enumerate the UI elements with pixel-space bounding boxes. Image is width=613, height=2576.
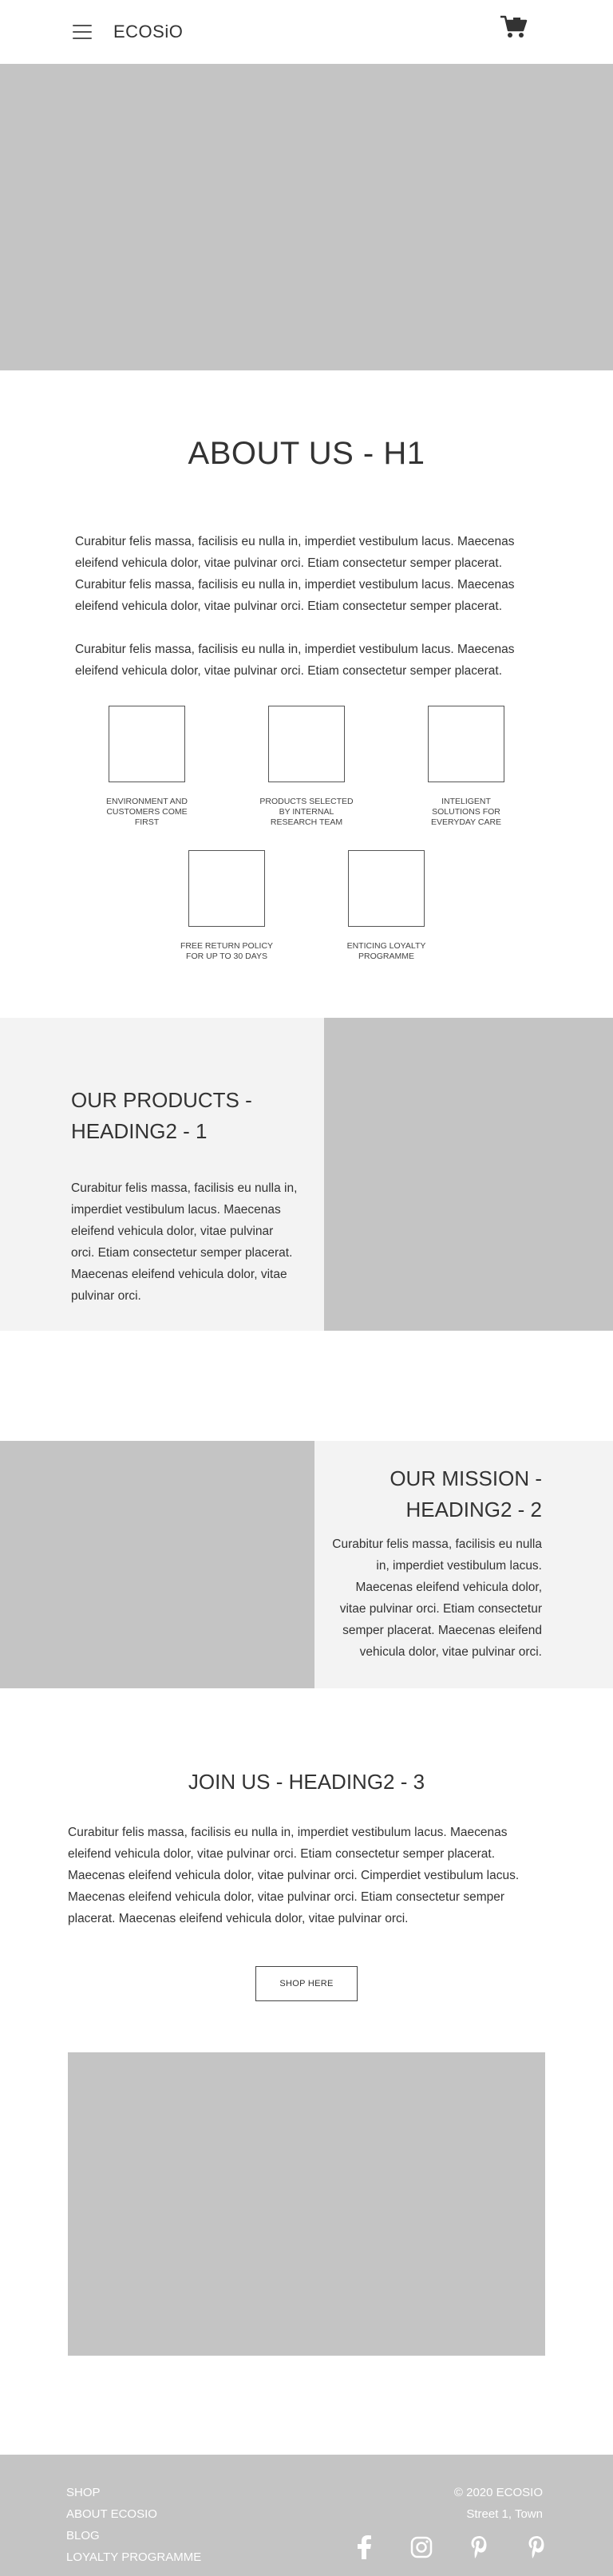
feature-item: ENVIRONMENT AND CUSTOMERS COME FIRST (99, 706, 195, 828)
feature-label: PRODUCTS SELECTED BY INTERNAL RESEARCH T… (259, 797, 354, 827)
pinterest-icon[interactable] (524, 2534, 549, 2560)
feature-item: FREE RETURN POLICY FOR UP TO 30 DAYS (179, 850, 275, 962)
footer-link-blog[interactable]: BLOG (66, 2525, 201, 2546)
join-body: Curabitur felis massa, facilisis eu null… (68, 1826, 520, 1925)
feature-image (428, 706, 504, 782)
site-logo[interactable]: ECOSiO (113, 22, 183, 42)
join-heading: JOIN US - HEADING2 - 3 (188, 1770, 425, 1794)
feature-image (348, 850, 425, 927)
footer-link-loyalty[interactable]: LOYALTY PROGRAMME (66, 2546, 201, 2568)
feature-image (109, 706, 185, 782)
feature-label: FREE RETURN POLICY FOR UP TO 30 DAYS (180, 941, 274, 961)
feature-image (188, 850, 265, 927)
footer-link-shop[interactable]: SHOP (66, 2482, 201, 2503)
mission-heading: OUR MISSION - HEADING2 - 2 (390, 1466, 542, 1521)
about-title: ABOUT US - H1 (188, 436, 425, 471)
social-links (351, 2534, 549, 2560)
products-section: OUR PRODUCTS - HEADING2 - 1 Curabitur fe… (0, 1018, 613, 1331)
mission-image (0, 1441, 314, 1688)
mission-section: OUR MISSION - HEADING2 - 2 Curabitur fel… (0, 1441, 613, 1688)
feature-item: ENTICING LOYALTY PROGRAMME (338, 850, 434, 962)
join-section: JOIN US - HEADING2 - 3 Curabitur felis m… (0, 1770, 613, 2356)
copyright: © 2020 ECOSIO (453, 2486, 543, 2499)
footer-info: © 2020 ECOSIO Street 1, Town (454, 2482, 543, 2525)
footer-link-about[interactable]: ABOUT ECOSIO (66, 2503, 201, 2525)
mission-body: Curabitur felis massa, facilisis eu null… (332, 1537, 542, 1659)
features-grid: ENVIRONMENT AND CUSTOMERS COME FIRST PRO… (83, 706, 530, 962)
feature-item: INTELIGENT SOLUTIONS FOR EVERYDAY CARE (418, 706, 514, 828)
footer-nav: SHOP ABOUT ECOSIO BLOG LOYALTY PROGRAMME (66, 2482, 201, 2568)
site-footer: SHOP ABOUT ECOSIO BLOG LOYALTY PROGRAMME… (0, 2455, 613, 2576)
about-paragraph: Curabitur felis massa, facilisis eu null… (75, 535, 515, 613)
about-section: ABOUT US - H1 Curabitur felis massa, fac… (0, 436, 613, 962)
feature-image (268, 706, 345, 782)
menu-icon[interactable] (73, 25, 92, 39)
cart-icon[interactable] (500, 14, 528, 40)
instagram-icon[interactable] (409, 2534, 434, 2560)
products-heading: OUR PRODUCTS - HEADING2 - 1 (71, 1088, 252, 1143)
feature-label: ENVIRONMENT AND CUSTOMERS COME FIRST (106, 797, 188, 827)
mission-text-panel: OUR MISSION - HEADING2 - 2 Curabitur fel… (314, 1441, 613, 1688)
feature-label: INTELIGENT SOLUTIONS FOR EVERYDAY CARE (430, 797, 502, 827)
hero-image (0, 64, 613, 370)
feature-item: PRODUCTS SELECTED BY INTERNAL RESEARCH T… (259, 706, 354, 828)
products-body: Curabitur felis massa, facilisis eu null… (71, 1181, 298, 1303)
pinterest-icon[interactable] (466, 2534, 492, 2560)
shop-here-button[interactable]: SHOP HERE (255, 1966, 358, 2001)
about-paragraph: Curabitur felis massa, facilisis eu null… (75, 643, 515, 678)
products-image (324, 1018, 613, 1331)
address: Street 1, Town (466, 2507, 543, 2521)
about-text: Curabitur felis massa, facilisis eu null… (75, 531, 538, 682)
feature-label: ENTICING LOYALTY PROGRAMME (346, 941, 426, 961)
site-header: ECOSiO (0, 0, 613, 64)
join-image (68, 2052, 545, 2356)
products-text-panel: OUR PRODUCTS - HEADING2 - 1 Curabitur fe… (0, 1018, 324, 1331)
facebook-icon[interactable] (351, 2534, 377, 2560)
